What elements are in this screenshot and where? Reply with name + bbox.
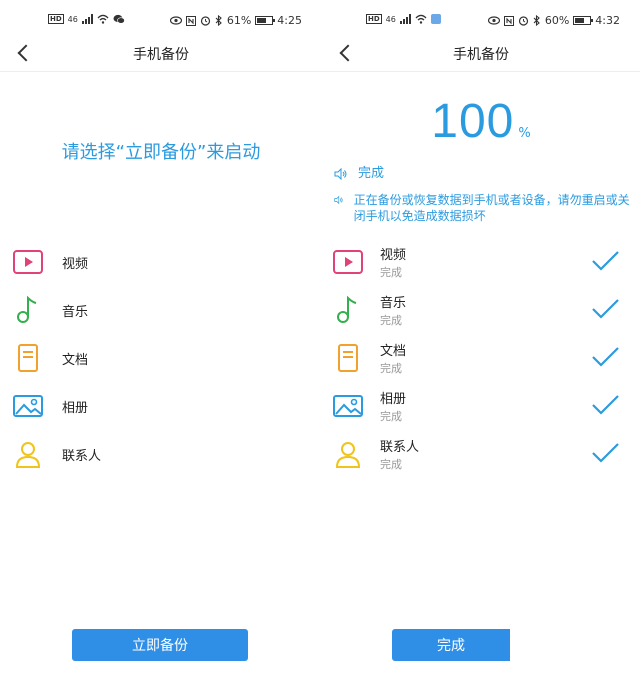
item-status: 完成 (380, 410, 402, 423)
nfc-icon (185, 15, 196, 26)
start-prompt: 请选择“立即备份”来启动 (61, 142, 261, 163)
progress-display: 100% (322, 94, 640, 149)
check-icon (592, 443, 619, 463)
battery-icon (573, 16, 594, 25)
category-album[interactable]: 相册 (12, 388, 292, 424)
document-icon (338, 344, 358, 372)
album-icon (13, 395, 43, 417)
progress-value: 100 (431, 95, 515, 148)
speaker-icon (334, 168, 347, 180)
page-title: 手机备份 (453, 47, 509, 63)
music-icon (17, 295, 37, 323)
page-title: 手机备份 (133, 47, 189, 63)
item-name: 视频 (380, 248, 407, 263)
bluetooth-icon (533, 15, 540, 26)
signal-icon (399, 14, 411, 24)
alarm-icon (200, 16, 210, 26)
item-status: 完成 (380, 266, 402, 279)
category-document[interactable]: 文档 (12, 340, 292, 376)
alarm-icon (518, 16, 528, 26)
backup-complete-screen: HD 46 60% 4:32 手机备份 100% 完成 正在备份或恢复数据到手机… (322, 0, 640, 681)
status-text: 完成 (358, 166, 385, 181)
speaker-icon (334, 195, 343, 205)
video-icon (13, 250, 43, 274)
warning-message: 正在备份或恢复数据到手机或者设备，请勿重启或关闭手机以免造成数据损坏 (334, 192, 634, 224)
item-name: 音乐 (380, 296, 407, 311)
contact-icon (15, 442, 41, 468)
contact-icon (335, 442, 361, 468)
clock: 4:32 (595, 14, 620, 27)
backup-item-video: 视频 完成 (332, 242, 632, 288)
check-icon (592, 395, 619, 415)
album-icon (333, 395, 363, 417)
category-label: 联系人 (62, 449, 102, 464)
bluetooth-icon (215, 15, 222, 26)
wechat-icon (113, 14, 125, 24)
hd-icon: HD (48, 14, 64, 24)
item-status: 完成 (380, 458, 402, 471)
done-button[interactable]: 完成 (392, 629, 510, 661)
clock: 4:25 (277, 14, 302, 27)
signal-icon (81, 14, 93, 24)
battery-percent: 61% (226, 14, 252, 27)
backup-now-button[interactable]: 立即备份 (72, 629, 248, 661)
item-status: 完成 (380, 362, 402, 375)
hd-icon: HD (366, 14, 382, 24)
status-message: 完成 (334, 166, 634, 182)
backup-item-document: 文档 完成 (332, 338, 632, 384)
header: 手机备份 (0, 36, 322, 72)
warning-text: 正在备份或恢复数据到手机或者设备，请勿重启或关闭手机以免造成数据损坏 (353, 193, 630, 223)
header: 手机备份 (322, 36, 640, 72)
item-name: 联系人 (380, 440, 420, 455)
backup-item-contact: 联系人 完成 (332, 434, 632, 480)
eye-icon (487, 16, 500, 25)
network-type: 46 (385, 14, 396, 24)
wifi-icon (97, 14, 109, 24)
category-video[interactable]: 视频 (12, 244, 292, 280)
category-label: 视频 (62, 257, 89, 272)
progress-unit: % (518, 126, 531, 141)
app-notification-icon (430, 14, 441, 24)
network-type: 46 (67, 14, 78, 24)
item-name: 文档 (380, 344, 407, 359)
battery-icon (255, 16, 276, 25)
category-label: 相册 (62, 401, 89, 416)
status-bar: HD 46 61% 4:25 (0, 12, 322, 30)
backup-start-screen: HD 46 61% 4:25 手机备份 请选择“立即备份”来启动 视频 音乐 文… (0, 0, 322, 681)
video-icon (333, 250, 363, 274)
status-bar: HD 46 60% 4:32 (322, 12, 640, 30)
backup-item-music: 音乐 完成 (332, 290, 632, 336)
eye-icon (169, 16, 182, 25)
nfc-icon (503, 15, 514, 26)
item-name: 相册 (380, 392, 407, 407)
category-contact[interactable]: 联系人 (12, 436, 292, 472)
backup-item-album: 相册 完成 (332, 386, 632, 432)
music-icon (337, 295, 357, 323)
category-music[interactable]: 音乐 (12, 292, 292, 328)
wifi-icon (415, 14, 427, 24)
battery-percent: 60% (544, 14, 570, 27)
check-icon (592, 347, 619, 367)
category-label: 音乐 (62, 305, 89, 320)
item-status: 完成 (380, 314, 402, 327)
check-icon (592, 299, 619, 319)
category-label: 文档 (62, 353, 89, 368)
document-icon (18, 344, 38, 372)
check-icon (592, 251, 619, 271)
